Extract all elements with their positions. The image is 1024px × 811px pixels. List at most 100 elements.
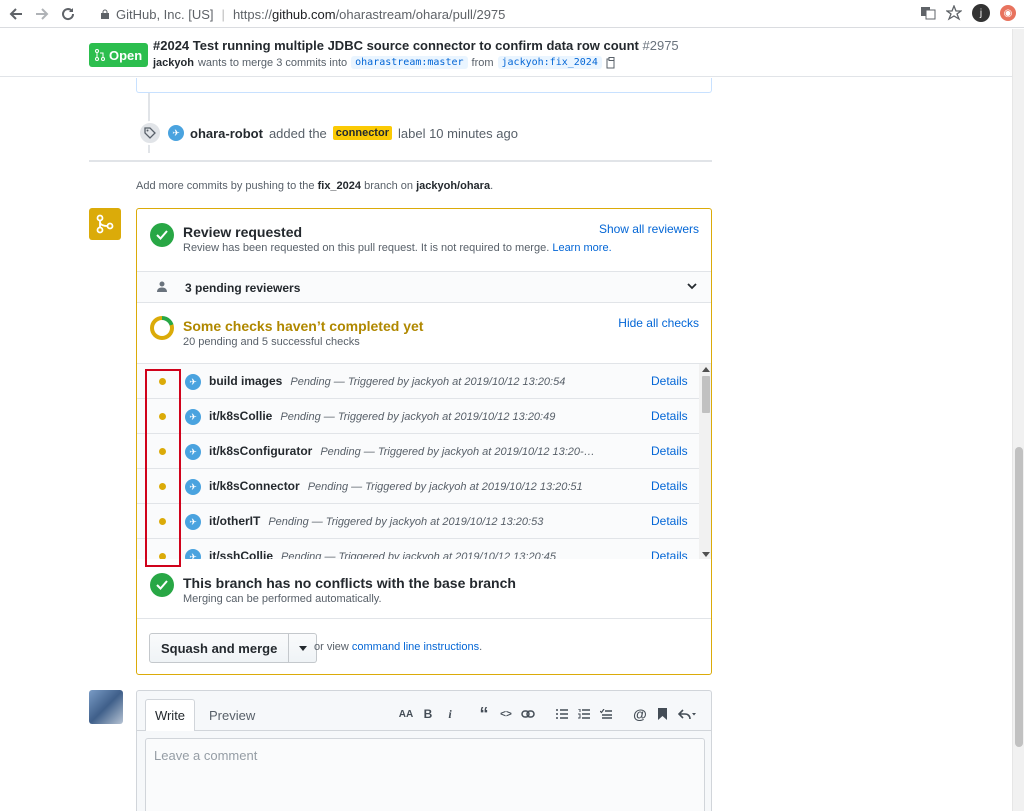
bot-avatar[interactable]: ✈ <box>168 125 184 141</box>
git-merge-icon <box>89 208 121 240</box>
no-conflicts-sub: Merging can be performed automatically. <box>183 593 382 605</box>
label-event: ✈ ohara-robot added the connector label … <box>138 121 518 145</box>
url-path: /oharastream/ohara/pull/2975 <box>335 6 506 22</box>
checks-progress-ring <box>150 316 174 340</box>
scroll-thumb[interactable] <box>702 376 710 413</box>
code-icon[interactable]: <> <box>495 705 517 723</box>
add-commits-hint: Add more commits by pushing to the fix_2… <box>136 180 493 192</box>
add-commits-branch: fix_2024 <box>317 180 362 192</box>
check-name-text: it/k8sConnector <box>209 479 300 493</box>
ci-app-icon: ✈ <box>185 479 201 495</box>
back-icon[interactable] <box>4 2 28 26</box>
check-name: build images Pending — Triggered by jacky… <box>209 374 565 388</box>
check-details-link[interactable]: Details <box>651 374 688 388</box>
add-commits-end: . <box>490 180 494 192</box>
pr-sticky-header: Open #2024 Test running multiple JDBC so… <box>0 29 1012 77</box>
check-row: ✈ it/k8sConfigurator Pending — Triggered … <box>137 434 699 469</box>
mention-icon[interactable]: @ <box>629 705 651 723</box>
tab-preview[interactable]: Preview <box>203 699 261 731</box>
label-time-text: label 10 minutes ago <box>397 125 518 141</box>
check-name: it/otherIT Pending — Triggered by jackyoh… <box>209 514 543 528</box>
scroll-up-icon[interactable] <box>702 367 710 372</box>
show-all-reviewers-link[interactable]: Show all reviewers <box>599 222 699 236</box>
or-view-prefix: or view <box>314 641 349 653</box>
pending-reviewers-label: 3 pending reviewers <box>185 281 301 295</box>
add-commits-middle: branch on <box>364 180 414 192</box>
pr-state-badge: Open <box>89 43 149 67</box>
check-details-link[interactable]: Details <box>651 479 688 493</box>
pr-meta-from: from <box>471 56 494 69</box>
check-name-text: it/k8sConfigurator <box>209 444 313 458</box>
comment-textarea[interactable]: Leave a comment <box>145 738 705 811</box>
label-actor[interactable]: ohara-robot <box>190 126 263 141</box>
check-details-link[interactable]: Details <box>651 409 688 423</box>
chevron-down-icon[interactable] <box>687 281 697 291</box>
page-scrollbar[interactable] <box>1012 29 1024 811</box>
extension-icon[interactable]: ◉ <box>1000 5 1016 21</box>
learn-more-link[interactable]: Learn more. <box>552 242 611 254</box>
check-row: ✈ build images Pending — Triggered by jac… <box>137 364 699 399</box>
check-name-text: it/otherIT <box>209 514 261 528</box>
ci-app-icon: ✈ <box>185 409 201 425</box>
check-row: ✈ it/sshCollie Pending — Triggered by jac… <box>137 539 699 559</box>
pr-number: #2975 <box>642 38 679 53</box>
pending-dot-icon <box>159 518 166 525</box>
bullet-list-icon[interactable] <box>551 705 573 723</box>
check-name: it/sshCollie Pending — Triggered by jacky… <box>209 549 556 559</box>
checks-list[interactable]: ✈ build images Pending — Triggered by jac… <box>137 363 711 559</box>
check-desc: Pending — Triggered by jackyoh at 2019/1… <box>307 481 583 493</box>
bold-icon[interactable]: B <box>417 705 439 723</box>
check-details-link[interactable]: Details <box>651 514 688 528</box>
pending-reviewers-row[interactable]: 3 pending reviewers <box>137 271 711 303</box>
label-added-text: added the <box>268 125 327 141</box>
tag-icon <box>138 121 162 145</box>
text-size-icon[interactable]: AA <box>395 705 417 723</box>
squash-and-merge-button[interactable]: Squash and merge <box>149 633 290 663</box>
head-branch[interactable]: jackyoh:fix_2024 <box>497 56 602 69</box>
scroll-down-icon[interactable] <box>702 552 710 557</box>
merge-box: Review requested Review has been request… <box>136 208 712 675</box>
check-details-link[interactable]: Details <box>651 549 688 559</box>
ci-app-icon: ✈ <box>185 549 201 559</box>
user-avatar[interactable] <box>89 690 123 724</box>
add-commits-prefix: Add more commits by pushing to the <box>136 180 315 192</box>
pending-dot-icon <box>159 553 166 559</box>
pr-title: #2024 Test running multiple JDBC source … <box>153 38 679 53</box>
base-branch[interactable]: oharastream:master <box>351 56 468 69</box>
merge-button-group: Squash and merge <box>149 633 318 663</box>
italic-icon[interactable]: i <box>439 705 461 723</box>
check-details-link[interactable]: Details <box>651 444 688 458</box>
copy-icon[interactable] <box>606 56 617 69</box>
bookmark-star-icon[interactable] <box>946 5 962 21</box>
page-scroll-thumb[interactable] <box>1015 447 1023 747</box>
profile-avatar[interactable]: j <box>972 4 990 22</box>
hide-all-checks-link[interactable]: Hide all checks <box>618 316 699 330</box>
site-identity: GitHub, Inc. [US] <box>116 6 214 22</box>
comment-box: Write Preview AA B i “ <> @ Leave a comm… <box>136 690 712 811</box>
connector-label[interactable]: connector <box>332 126 392 140</box>
reload-icon[interactable] <box>56 2 80 26</box>
command-line-instructions-link[interactable]: command line instructions <box>352 641 479 653</box>
check-row: ✈ it/otherIT Pending — Triggered by jacky… <box>137 504 699 539</box>
pull-request-icon <box>95 49 105 61</box>
numbered-list-icon[interactable] <box>573 705 595 723</box>
pending-dot-icon <box>159 448 166 455</box>
reply-icon[interactable] <box>673 705 701 723</box>
browser-toolbar: GitHub, Inc. [US] | https://github.com/o… <box>0 0 1024 28</box>
saved-reply-bookmark-icon[interactable] <box>651 705 673 723</box>
checks-scrollbar[interactable] <box>699 364 711 559</box>
pr-author[interactable]: jackyoh <box>153 57 194 69</box>
translate-icon[interactable] <box>920 5 936 21</box>
link-icon[interactable] <box>517 705 539 723</box>
tab-write[interactable]: Write <box>145 699 195 731</box>
task-list-icon[interactable] <box>595 705 617 723</box>
pr-meta: jackyoh wants to merge 3 commits into oh… <box>153 56 617 69</box>
check-desc: Pending — Triggered by jackyoh at 2019/1… <box>268 516 544 528</box>
url-separator: | <box>221 6 225 22</box>
address-bar[interactable]: GitHub, Inc. [US] | https://github.com/o… <box>100 5 505 23</box>
check-circle-icon <box>150 573 174 597</box>
check-name: it/k8sCollie Pending — Triggered by jacky… <box>209 409 555 423</box>
quote-icon[interactable]: “ <box>473 704 495 724</box>
forward-icon[interactable] <box>30 2 54 26</box>
ci-app-icon: ✈ <box>185 374 201 390</box>
